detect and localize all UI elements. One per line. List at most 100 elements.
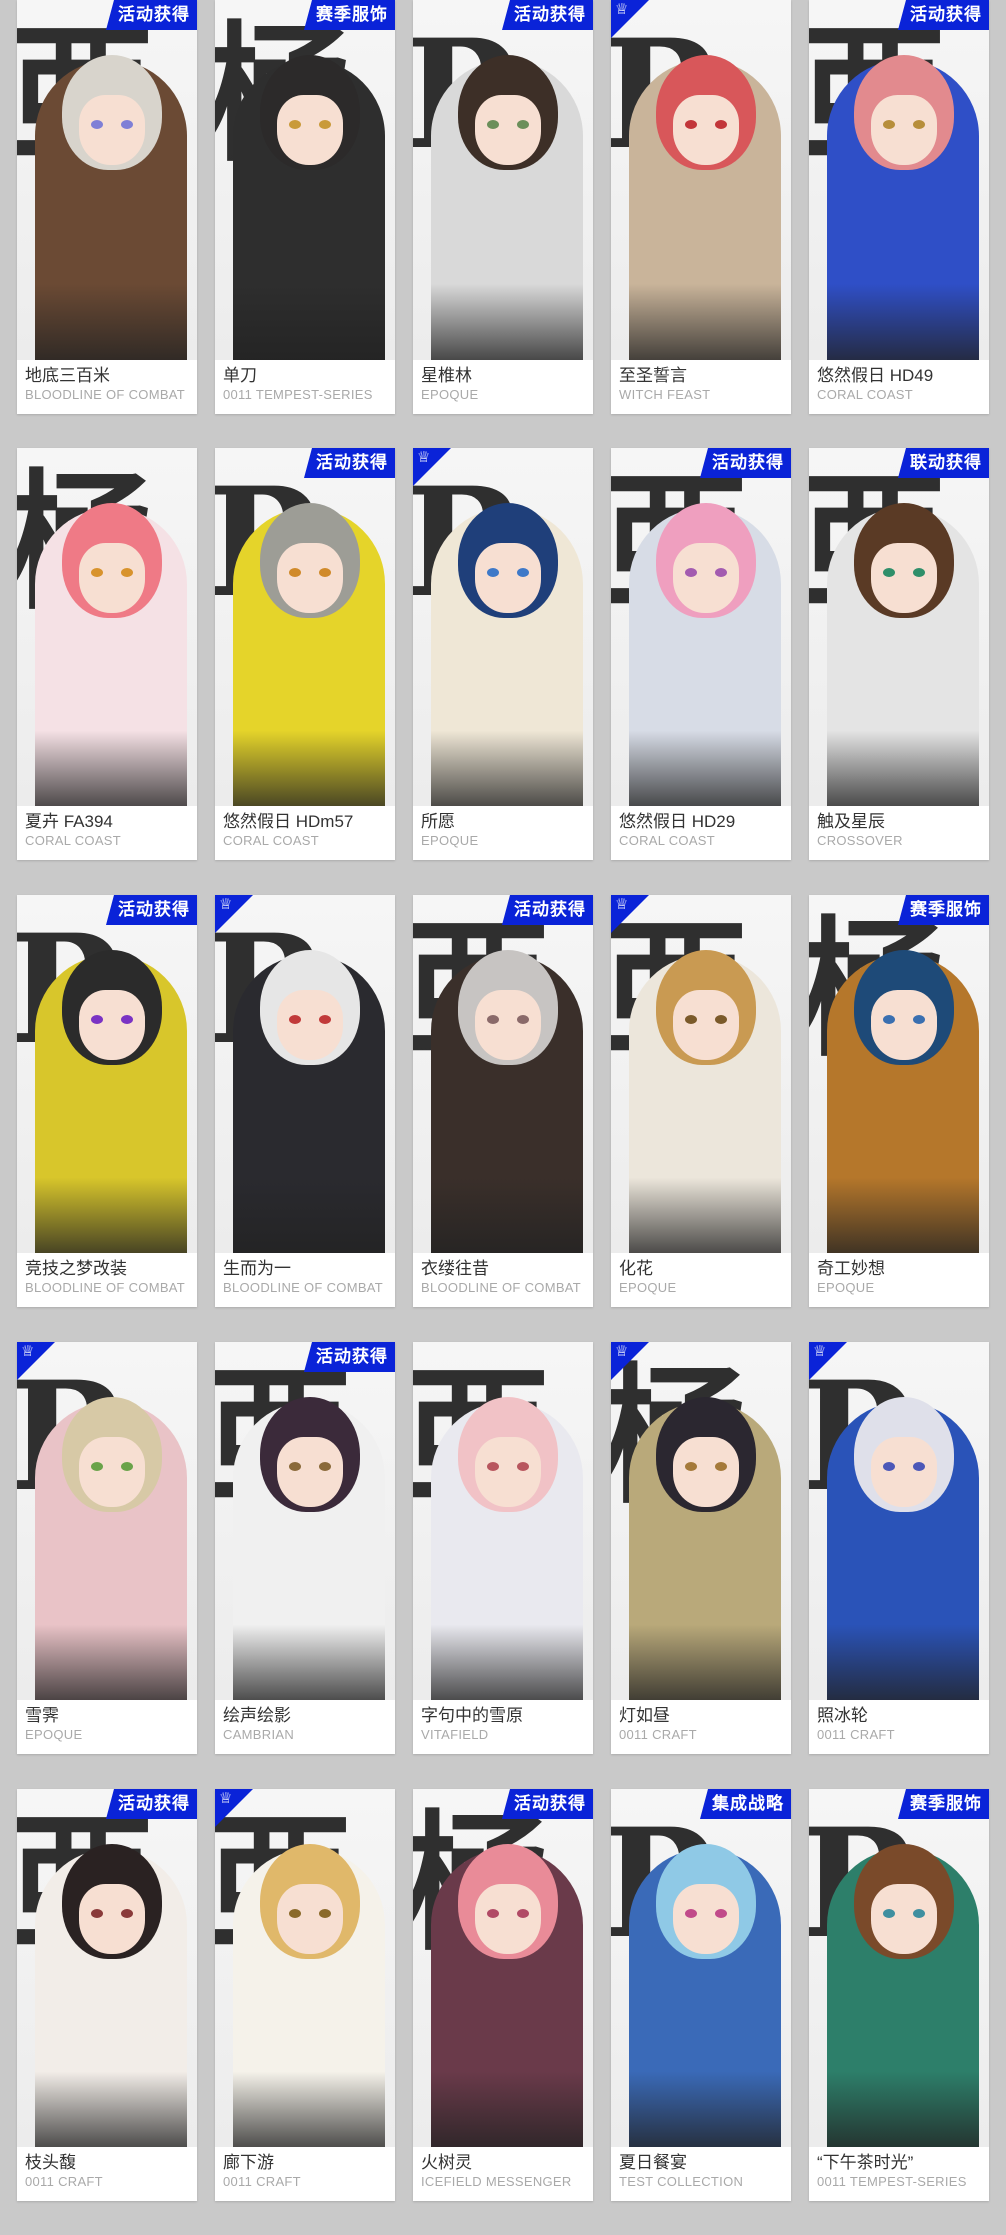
skin-artwork: R♕ bbox=[413, 448, 593, 806]
skin-card[interactable]: 亜活动获得衣缕往昔 BLOODLINE OF COMBAT bbox=[413, 895, 593, 1307]
character-eye bbox=[121, 1909, 133, 1918]
skin-card[interactable]: 亜活动获得绘声绘影 CAMBRIAN bbox=[215, 1342, 395, 1754]
skin-meta: 悠然假日 HD29 CORAL COAST bbox=[611, 806, 791, 854]
skin-series: CAMBRIAN bbox=[223, 1727, 295, 1742]
skin-name: 绘声绘影 bbox=[223, 1706, 291, 1725]
character-eye bbox=[487, 1462, 499, 1471]
skin-meta: 夏卉 FA394 CORAL COAST bbox=[17, 806, 197, 854]
skin-artwork: R♕ bbox=[215, 895, 395, 1253]
skin-series: TEST COLLECTION bbox=[619, 2174, 744, 2189]
character-eye bbox=[121, 1462, 133, 1471]
skin-card[interactable]: P活动获得悠然假日 HDm57 CORAL COAST bbox=[215, 448, 395, 860]
character-face bbox=[871, 1884, 937, 1954]
skin-meta: 所愿 EPOQUE bbox=[413, 806, 593, 854]
character-eye bbox=[121, 120, 133, 129]
skin-meta: 灯如昼 0011 CRAFT bbox=[611, 1700, 791, 1748]
skin-card[interactable]: 亜活动获得悠然假日 HD29 CORAL COAST bbox=[611, 448, 791, 860]
character-eye bbox=[883, 1015, 895, 1024]
skin-name: 衣缕往昔 bbox=[421, 1259, 489, 1278]
skin-series: 0011 CRAFT bbox=[817, 1727, 895, 1742]
skin-name: 雪霁 bbox=[25, 1706, 59, 1725]
character-eye bbox=[319, 568, 331, 577]
skin-card[interactable]: 極赛季服饰奇工妙想 EPOQUE bbox=[809, 895, 989, 1307]
skin-artwork: 亜活动获得 bbox=[17, 0, 197, 360]
acquisition-badge: 活动获得 bbox=[898, 0, 989, 30]
skin-card[interactable]: 亜联动获得触及星辰 CROSSOVER bbox=[809, 448, 989, 860]
character-face bbox=[673, 95, 739, 165]
character-eye bbox=[883, 568, 895, 577]
skin-card[interactable]: 亜字句中的雪原 VITAFIELD bbox=[413, 1342, 593, 1754]
skin-artwork: P活动获得 bbox=[17, 895, 197, 1253]
acquisition-badge: 活动获得 bbox=[106, 0, 197, 30]
skin-card[interactable]: 亜♕ 化花 EPOQUE bbox=[611, 895, 791, 1307]
character-eye bbox=[319, 120, 331, 129]
character-eye bbox=[319, 1909, 331, 1918]
skin-name: 地底三百米 bbox=[25, 366, 110, 385]
skin-meta: 衣缕往昔 BLOODLINE OF COMBAT bbox=[413, 1253, 593, 1301]
skin-artwork: P集成战略 bbox=[611, 1789, 791, 2147]
skin-card[interactable]: R♕ 所愿 EPOQUE bbox=[413, 448, 593, 860]
skin-artwork: P活动获得 bbox=[215, 448, 395, 806]
skin-card[interactable]: P集成战略夏日餐宴 TEST COLLECTION bbox=[611, 1789, 791, 2201]
character-eye bbox=[289, 568, 301, 577]
skin-series: WITCH FEAST bbox=[619, 387, 711, 402]
character-eye bbox=[319, 1015, 331, 1024]
skin-artwork: 極赛季服饰 bbox=[809, 895, 989, 1253]
skin-card[interactable]: 極♕ 灯如昼 0011 CRAFT bbox=[611, 1342, 791, 1754]
character-eye bbox=[913, 568, 925, 577]
character-eye bbox=[91, 568, 103, 577]
skin-card[interactable]: 亜♕ 廊下游 0011 CRAFT bbox=[215, 1789, 395, 2201]
acquisition-badge: 活动获得 bbox=[502, 895, 593, 925]
skin-meta: 星椎林 EPOQUE bbox=[413, 360, 593, 408]
skin-card[interactable]: R♕ 至圣誓言 WITCH FEAST bbox=[611, 0, 791, 414]
character-face bbox=[277, 1884, 343, 1954]
acquisition-badge: 赛季服饰 bbox=[898, 895, 989, 925]
skin-meta: 照冰轮 0011 CRAFT bbox=[809, 1700, 989, 1748]
character-eye bbox=[883, 1909, 895, 1918]
skin-name: 化花 bbox=[619, 1259, 653, 1278]
skin-gallery-grid: 亜活动获得地底三百米BLOODLINE OF COMBAT極赛季服饰单刀0011… bbox=[0, 0, 1006, 2235]
skin-series: 0011 TEMPEST-SERIES bbox=[817, 2174, 967, 2189]
character-eye bbox=[913, 1015, 925, 1024]
character-eye bbox=[685, 1015, 697, 1024]
skin-card[interactable]: 極夏卉 FA394 CORAL COAST bbox=[17, 448, 197, 860]
skin-meta: 枝头馥 0011 CRAFT bbox=[17, 2147, 197, 2195]
skin-card[interactable]: R赛季服饰 “下午茶时光” 0011 TEMPEST-SERIES bbox=[809, 1789, 989, 2201]
character-eye bbox=[685, 120, 697, 129]
acquisition-badge: 活动获得 bbox=[304, 448, 395, 478]
character-eye bbox=[319, 1462, 331, 1471]
character-face bbox=[475, 990, 541, 1060]
acquisition-badge: 活动获得 bbox=[700, 448, 791, 478]
skin-meta: 悠然假日 HD49 CORAL COAST bbox=[809, 360, 989, 408]
skin-card[interactable]: R♕ 雪霁 EPOQUE bbox=[17, 1342, 197, 1754]
character-face bbox=[871, 1437, 937, 1507]
skin-card[interactable]: R♕ 生而为一 BLOODLINE OF COMBAT bbox=[215, 895, 395, 1307]
skin-meta: 字句中的雪原 VITAFIELD bbox=[413, 1700, 593, 1748]
skin-series: 0011 CRAFT bbox=[223, 2174, 301, 2189]
emblem-glyph-icon: ♕ bbox=[615, 1343, 629, 1360]
skin-name: 灯如昼 bbox=[619, 1706, 670, 1725]
skin-card[interactable]: 亜活动获得悠然假日 HD49 CORAL COAST bbox=[809, 0, 989, 414]
skin-card[interactable]: P活动获得星椎林 EPOQUE bbox=[413, 0, 593, 414]
character-face bbox=[673, 1884, 739, 1954]
skin-card[interactable]: 亜活动获得枝头馥 0011 CRAFT bbox=[17, 1789, 197, 2201]
skin-name: 竞技之梦改装 bbox=[25, 1259, 127, 1278]
skin-series: BLOODLINE OF COMBAT bbox=[223, 1280, 384, 1295]
skin-card[interactable]: 極赛季服饰单刀 0011 TEMPEST-SERIES bbox=[215, 0, 395, 414]
skin-card[interactable]: P活动获得竞技之梦改装 BLOODLINE OF COMBAT bbox=[17, 895, 197, 1307]
skin-artwork: R♕ bbox=[611, 0, 791, 360]
emblem-glyph-icon: ♕ bbox=[219, 1790, 233, 1807]
skin-name: 字句中的雪原 bbox=[421, 1706, 523, 1725]
character-eye bbox=[883, 1462, 895, 1471]
skin-name: 星椎林 bbox=[421, 366, 472, 385]
skin-card[interactable]: 亜活动获得地底三百米 BLOODLINE OF COMBAT bbox=[17, 0, 197, 414]
skin-meta: 悠然假日 HDm57 CORAL COAST bbox=[215, 806, 395, 854]
skin-card[interactable]: 極活动获得火树灵 ICEFIELD MESSENGER bbox=[413, 1789, 593, 2201]
skin-artwork: 亜活动获得 bbox=[611, 448, 791, 806]
character-face bbox=[79, 990, 145, 1060]
character-face bbox=[79, 95, 145, 165]
skin-series: 0011 CRAFT bbox=[619, 1727, 697, 1742]
character-eye bbox=[913, 1909, 925, 1918]
skin-card[interactable]: P♕ 照冰轮 0011 CRAFT bbox=[809, 1342, 989, 1754]
character-eye bbox=[685, 1909, 697, 1918]
